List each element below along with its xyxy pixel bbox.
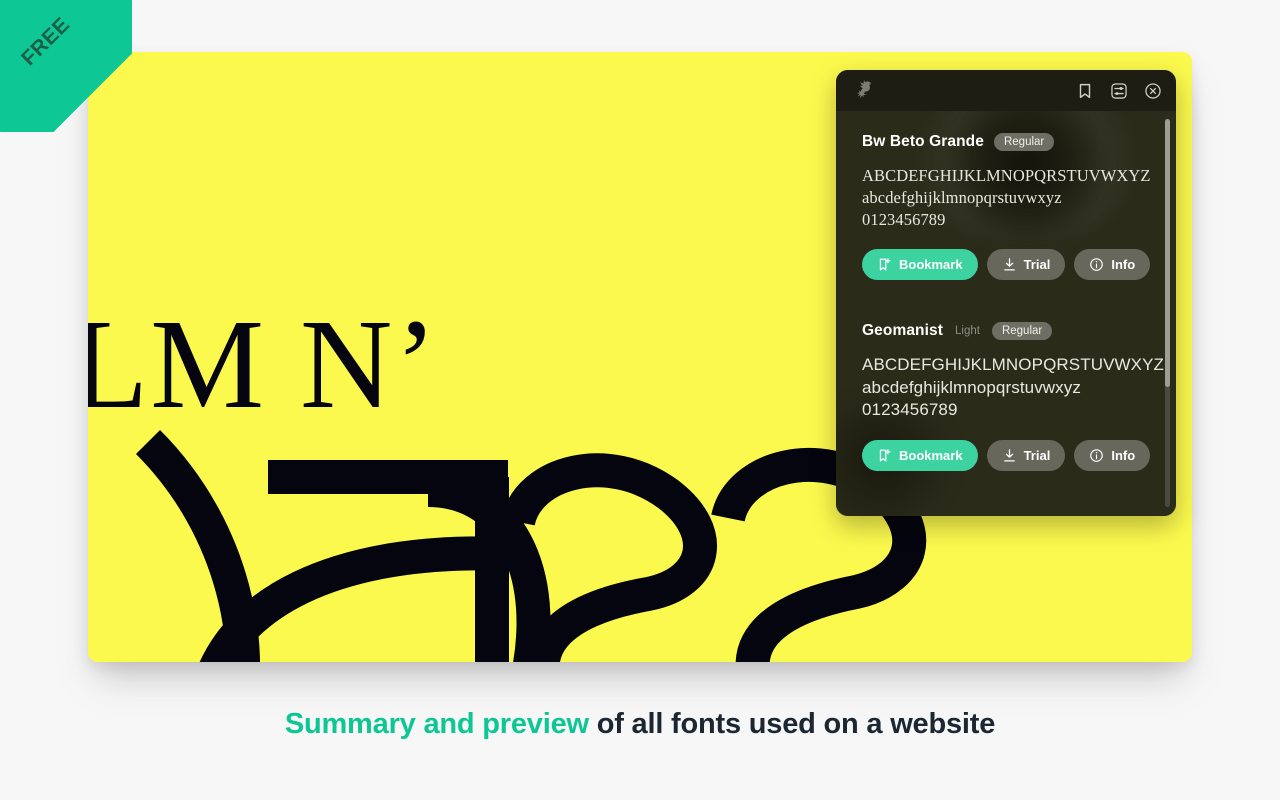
close-icon[interactable] [1144,82,1162,100]
font-weight-option[interactable]: Regular [991,322,1053,340]
bookmark-icon[interactable] [1076,82,1094,100]
info-circle-icon [1089,257,1104,272]
info-button[interactable]: Info [1074,439,1151,471]
info-button-label: Info [1111,257,1136,272]
bookmark-button-label: Bookmark [899,447,963,463]
bookmark-plus-icon [877,448,892,463]
info-circle-icon [1089,448,1104,463]
bookmark-button[interactable]: Bookmark [862,439,978,471]
font-title-row: Geomanist Light Regular [862,322,1154,340]
settings-sliders-icon[interactable] [1110,82,1128,100]
font-weight-option[interactable]: Regular [993,133,1055,151]
caption-highlight: Summary and preview [284,708,589,740]
font-specimen: ABCDEFGHIJKLMNOPQRSTUVWXYZ abcdefghijklm… [862,355,1165,419]
font-specimen: ABCDEFGHIJKLMNOPQRSTUVWXYZ abcdefghijklm… [862,166,1151,229]
bookmark-button-label: Bookmark [899,257,963,272]
trial-button-label: Trial [1023,257,1051,272]
trial-button-label: Trial [1023,447,1051,463]
bookmark-plus-icon [877,257,892,272]
bookmark-button[interactable]: Bookmark [862,249,978,280]
ninja-bird-logo-icon [850,79,876,103]
trial-button[interactable]: Trial [986,439,1066,471]
panel-scrollbar-thumb[interactable] [1165,119,1170,387]
font-entry: Bw Beto Grande Regular ABCDEFGHIJKLMNOPQ… [862,133,1154,280]
font-name: Bw Beto Grande [862,133,984,150]
info-button[interactable]: Info [1074,249,1151,280]
caption: Summary and preview of all fonts used on… [0,708,1280,741]
font-actions: Bookmark Trial Info [862,439,1154,471]
download-icon [1002,448,1017,463]
panel-body: Bw Beto Grande Regular ABCDEFGHIJKLMNOPQ… [836,111,1176,516]
trial-button[interactable]: Trial [986,249,1066,280]
download-icon [1002,257,1017,272]
font-weight-option[interactable]: Light [953,325,982,337]
font-actions: Bookmark Trial Info [862,249,1154,280]
font-entry: Geomanist Light Regular ABCDEFGHIJKLMNOP… [862,322,1165,471]
font-title-row: Bw Beto Grande Regular [862,133,1154,151]
panel-header [836,70,1176,111]
panel-header-tools [1076,82,1162,100]
ribbon-label: FREE [16,13,75,71]
font-name: Geomanist [862,322,944,339]
panel-scrollbar[interactable] [1165,119,1170,507]
caption-rest: of all fonts used on a website [588,708,996,740]
info-button-label: Info [1111,447,1136,463]
fonts-panel: Bw Beto Grande Regular ABCDEFGHIJKLMNOPQ… [836,70,1176,516]
